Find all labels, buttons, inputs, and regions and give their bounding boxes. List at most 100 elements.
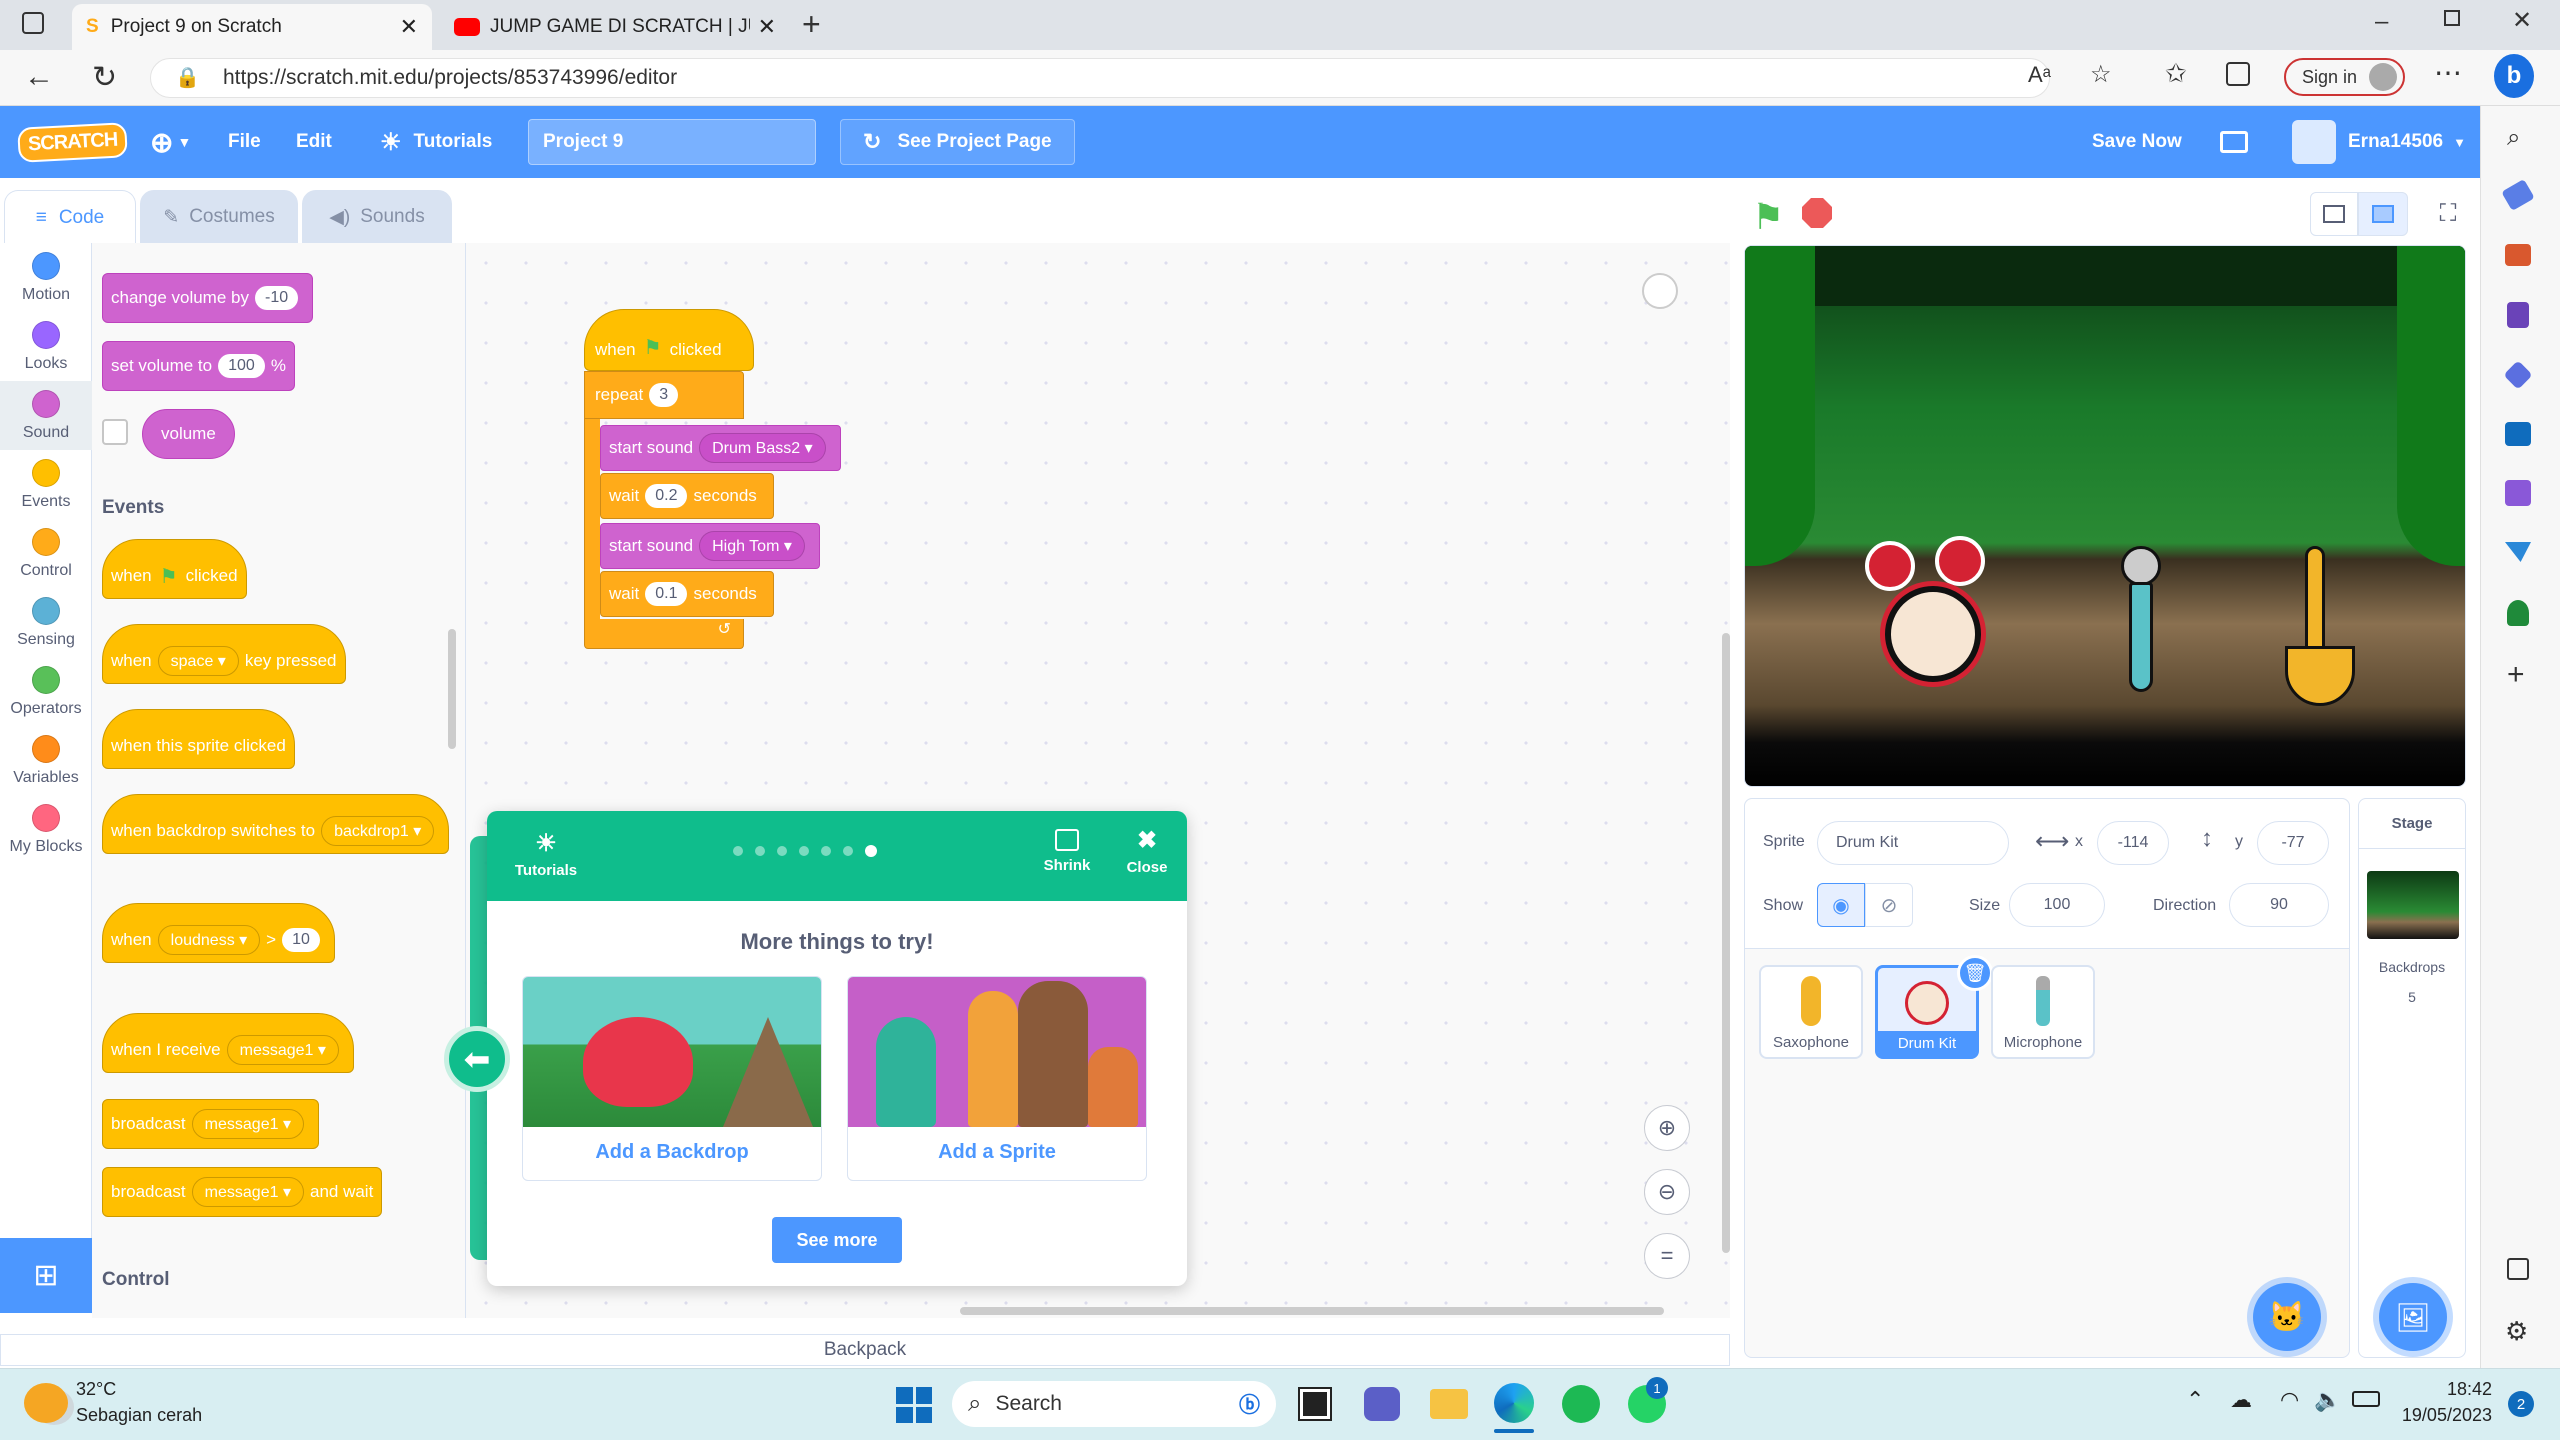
volume-icon[interactable]: 🔈 — [2314, 1387, 2341, 1413]
drum-kit-sprite[interactable] — [1885, 586, 1981, 682]
script-wait-2[interactable]: wait 0.1 seconds — [600, 571, 774, 617]
games-icon[interactable] — [2507, 302, 2529, 328]
search-icon[interactable]: ⌕ — [2507, 124, 2520, 152]
sprite-tile-saxophone[interactable]: Saxophone — [1759, 965, 1863, 1059]
microphone-sprite[interactable] — [2129, 582, 2153, 692]
spotify-icon[interactable] — [1562, 1385, 1600, 1423]
add-sprite-card[interactable]: Add a Sprite — [847, 976, 1147, 1181]
block-when-key-pressed[interactable]: when space ▾ key pressed — [102, 624, 346, 684]
tag-icon[interactable] — [2501, 178, 2535, 212]
stage-selector[interactable]: Stage Backdrops 5 🖼 — [2358, 798, 2466, 1358]
size-input[interactable]: 100 — [2009, 883, 2105, 927]
tab-code[interactable]: ≡ Code — [4, 190, 136, 244]
volume-input[interactable]: 100 — [218, 354, 265, 378]
teams-icon[interactable] — [1364, 1387, 1400, 1421]
notification-badge[interactable]: 2 — [2508, 1391, 2534, 1417]
add-sprite-button[interactable]: 🐱 — [2253, 1283, 2321, 1351]
send-icon[interactable] — [2505, 542, 2531, 562]
taskbar-search[interactable]: ⌕ Search ⓑ — [952, 1381, 1276, 1427]
category-variables[interactable]: Variables — [0, 726, 92, 795]
progress-dot[interactable] — [821, 846, 831, 856]
horizontal-scrollbar[interactable] — [960, 1307, 1664, 1315]
block-broadcast[interactable]: broadcast message1 ▾ — [102, 1099, 319, 1149]
minimize-icon[interactable]: – — [2375, 8, 2388, 36]
account-menu[interactable]: Erna14506 ▼ — [2292, 106, 2466, 178]
script-start-sound-1[interactable]: start sound Drum Bass2 ▾ — [600, 425, 841, 471]
sprite-tile-microphone[interactable]: Microphone — [1991, 965, 2095, 1059]
palette-scrollbar[interactable] — [448, 629, 456, 749]
sprite-name-input[interactable]: Drum Kit — [1817, 821, 2009, 865]
more-menu-icon[interactable]: ⋯ — [2434, 56, 2462, 89]
block-set-volume[interactable]: set volume to 100% — [102, 341, 295, 391]
designer-icon[interactable] — [2505, 480, 2531, 506]
close-button[interactable]: ✖ Close — [1112, 829, 1182, 877]
hide-sprite-button[interactable]: ⊘ — [1865, 883, 1913, 927]
script-start-sound-2[interactable]: start sound High Tom ▾ — [600, 523, 820, 569]
previous-step-button[interactable]: ⬅ — [444, 1026, 510, 1092]
progress-dot[interactable] — [777, 846, 787, 856]
language-menu[interactable]: ⊕ ▼ — [150, 106, 191, 178]
favorites-icon[interactable]: ✩ — [2165, 58, 2187, 89]
read-aloud-icon[interactable]: Aᵃ — [2028, 62, 2051, 88]
delete-sprite-button[interactable]: 🗑 — [1957, 955, 1993, 991]
task-view-icon[interactable] — [1298, 1387, 1332, 1421]
category-operators[interactable]: Operators — [0, 657, 92, 726]
url-field[interactable]: 🔒 https://scratch.mit.edu/projects/85374… — [150, 58, 2050, 98]
clock-time[interactable]: 18:42 — [2400, 1379, 2492, 1400]
direction-input[interactable]: 90 — [2229, 883, 2329, 927]
see-more-button[interactable]: See more — [772, 1217, 902, 1263]
volume-checkbox[interactable] — [102, 419, 128, 445]
edge-icon[interactable] — [1494, 1383, 1534, 1423]
block-when-sprite-clicked[interactable]: when this sprite clicked — [102, 709, 295, 769]
shrink-button[interactable]: Shrink — [1032, 829, 1102, 874]
add-favorite-icon[interactable]: ☆ — [2090, 60, 2112, 89]
collections-icon[interactable] — [2226, 62, 2250, 86]
settings-icon[interactable]: ⚙ — [2505, 1316, 2528, 1347]
vertical-scrollbar[interactable] — [1722, 633, 1730, 1253]
category-motion[interactable]: Motion — [0, 243, 92, 312]
see-project-page-button[interactable]: ↻ See Project Page — [840, 119, 1075, 165]
start-button[interactable] — [896, 1387, 932, 1423]
show-sprite-button[interactable]: ◉ — [1817, 883, 1865, 927]
tab-costumes[interactable]: ✎ Costumes — [140, 190, 298, 244]
volume-input[interactable]: -10 — [254, 286, 299, 310]
block-change-volume[interactable]: change volume by -10 — [102, 273, 314, 323]
progress-dot-active[interactable] — [865, 845, 877, 857]
file-menu[interactable]: File — [228, 106, 261, 178]
loudness-input[interactable]: 10 — [282, 928, 320, 952]
stage-canvas[interactable] — [1744, 245, 2466, 787]
script-repeat[interactable]: repeat 3 — [584, 371, 744, 419]
key-dropdown[interactable]: space ▾ — [157, 646, 239, 676]
category-looks[interactable]: Looks — [0, 312, 92, 381]
tab-project[interactable]: S Project 9 on Scratch ✕ — [72, 4, 432, 50]
save-now-button[interactable]: Save Now — [2092, 106, 2182, 178]
block-when-loudness[interactable]: when loudness ▾ >10 — [102, 903, 335, 963]
outlook-icon[interactable] — [2505, 422, 2531, 446]
close-tab-icon[interactable]: ✕ — [758, 14, 776, 40]
progress-dot[interactable] — [755, 846, 765, 856]
back-icon[interactable]: ← — [24, 60, 54, 94]
tab-youtube[interactable]: JUMP GAME DI SCRATCH | JUMP ✕ — [440, 4, 790, 50]
sound-dropdown[interactable]: High Tom ▾ — [699, 531, 805, 561]
repeat-count-input[interactable]: 3 — [649, 383, 679, 407]
briefcase-icon[interactable] — [2505, 244, 2531, 266]
close-tab-icon[interactable]: ✕ — [400, 14, 418, 40]
y-input[interactable]: -77 — [2257, 821, 2329, 865]
progress-dot[interactable] — [843, 846, 853, 856]
tab-actions-icon[interactable] — [22, 12, 44, 34]
close-window-icon[interactable]: ✕ — [2512, 6, 2532, 35]
edit-menu[interactable]: Edit — [296, 106, 332, 178]
backpack-bar[interactable]: Backpack — [0, 1334, 1730, 1366]
chevron-up-icon[interactable]: ⌃ — [2186, 1387, 2204, 1413]
wait-input[interactable]: 0.2 — [645, 484, 688, 508]
category-sound[interactable]: Sound — [0, 381, 92, 450]
scratch-logo[interactable]: SCRATCH — [17, 106, 129, 178]
block-when-i-receive[interactable]: when I receive message1 ▾ — [102, 1013, 354, 1073]
x-input[interactable]: -114 — [2097, 821, 2169, 865]
small-stage-button[interactable] — [2310, 192, 2358, 236]
message-dropdown[interactable]: message1 ▾ — [191, 1177, 304, 1207]
progress-dot[interactable] — [799, 846, 809, 856]
add-extension-button[interactable]: ⊞ — [0, 1238, 92, 1313]
zoom-reset-button[interactable]: = — [1644, 1233, 1690, 1279]
new-tab-icon[interactable]: + — [802, 6, 821, 43]
